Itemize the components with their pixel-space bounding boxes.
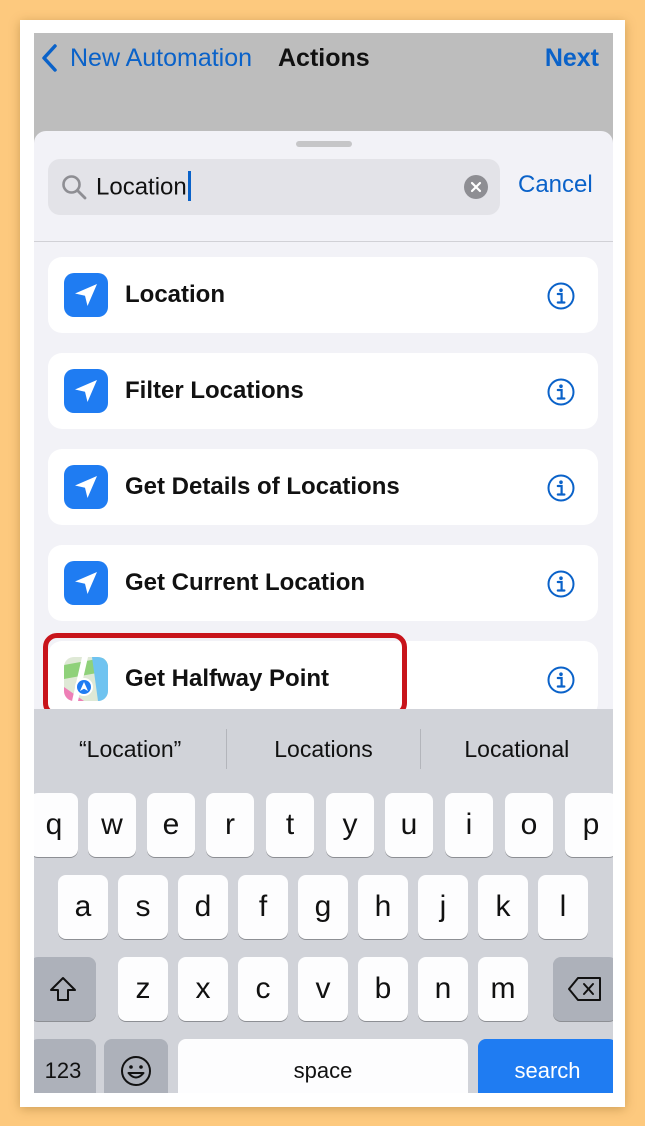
key-u[interactable]: u [385, 793, 433, 857]
key-w[interactable]: w [88, 793, 136, 857]
screenshot-frame: New Automation Actions Next Location Can… [20, 20, 625, 1107]
key-g[interactable]: g [298, 875, 348, 939]
suggestion-locational[interactable]: Locational [421, 736, 613, 763]
key-l[interactable]: l [538, 875, 588, 939]
info-icon[interactable] [546, 281, 576, 311]
action-label: Get Details of Locations [125, 473, 400, 500]
action-row-filter-locations[interactable]: Filter Locations [48, 353, 598, 429]
autocomplete-bar: “Location” Locations Locational [34, 709, 613, 789]
cancel-button[interactable]: Cancel [518, 171, 593, 199]
key-e[interactable]: e [147, 793, 195, 857]
key-i[interactable]: i [445, 793, 493, 857]
phone-screen: New Automation Actions Next Location Can… [34, 33, 613, 1093]
shift-icon [50, 977, 76, 1001]
action-row-get-current-location[interactable]: Get Current Location [48, 545, 598, 621]
key-a[interactable]: a [58, 875, 108, 939]
key-b[interactable]: b [358, 957, 408, 1021]
key-d[interactable]: d [178, 875, 228, 939]
key-h[interactable]: h [358, 875, 408, 939]
back-button[interactable]: New Automation [40, 43, 252, 73]
info-icon[interactable] [546, 473, 576, 503]
action-row-get-details-of-locations[interactable]: Get Details of Locations [48, 449, 598, 525]
navigation-bar: New Automation Actions Next [34, 33, 613, 131]
shift-key[interactable] [34, 957, 96, 1021]
location-arrow-icon [64, 369, 108, 413]
keyboard: “Location” Locations Locational q w e r … [34, 709, 613, 1093]
key-t[interactable]: t [266, 793, 314, 857]
text-cursor [187, 171, 191, 201]
key-v[interactable]: v [298, 957, 348, 1021]
info-icon[interactable] [546, 665, 576, 695]
key-x[interactable]: x [178, 957, 228, 1021]
key-s[interactable]: s [118, 875, 168, 939]
numbers-key[interactable]: 123 [34, 1039, 96, 1093]
space-key[interactable]: space [178, 1039, 468, 1093]
key-c[interactable]: c [238, 957, 288, 1021]
sheet-grabber[interactable] [296, 141, 352, 147]
key-z[interactable]: z [118, 957, 168, 1021]
action-label: Location [125, 281, 225, 308]
close-icon [470, 181, 482, 193]
key-p[interactable]: p [565, 793, 613, 857]
info-icon[interactable] [546, 569, 576, 599]
info-icon[interactable] [546, 377, 576, 407]
key-f[interactable]: f [238, 875, 288, 939]
key-q[interactable]: q [34, 793, 78, 857]
search-divider [34, 241, 613, 242]
location-arrow-icon [64, 561, 108, 605]
key-m[interactable]: m [478, 957, 528, 1021]
emoji-key[interactable] [104, 1039, 168, 1093]
search-input[interactable]: Location [48, 159, 500, 215]
clear-search-button[interactable] [464, 175, 488, 199]
search-value: Location [96, 173, 187, 201]
highlight-box [43, 633, 407, 711]
key-o[interactable]: o [505, 793, 553, 857]
backspace-icon [568, 977, 601, 1001]
location-arrow-icon [64, 465, 108, 509]
emoji-icon [121, 1056, 151, 1086]
key-k[interactable]: k [478, 875, 528, 939]
action-row-location[interactable]: Location [48, 257, 598, 333]
delete-key[interactable] [553, 957, 613, 1021]
key-y[interactable]: y [326, 793, 374, 857]
key-r[interactable]: r [206, 793, 254, 857]
key-j[interactable]: j [418, 875, 468, 939]
back-button-label: New Automation [70, 43, 253, 72]
chevron-left-icon [42, 44, 57, 72]
search-icon [62, 175, 87, 200]
next-button[interactable]: Next [545, 44, 599, 73]
key-n[interactable]: n [418, 957, 468, 1021]
suggestion-locations[interactable]: Locations [227, 736, 419, 763]
location-arrow-icon [64, 273, 108, 317]
suggestion-quoted[interactable]: “Location” [34, 736, 226, 763]
search-key[interactable]: search [478, 1039, 613, 1093]
action-label: Filter Locations [125, 377, 304, 404]
actions-sheet: Location Cancel Location Filter Location… [34, 131, 613, 711]
page-title: Actions [278, 44, 370, 72]
action-label: Get Current Location [125, 569, 366, 596]
